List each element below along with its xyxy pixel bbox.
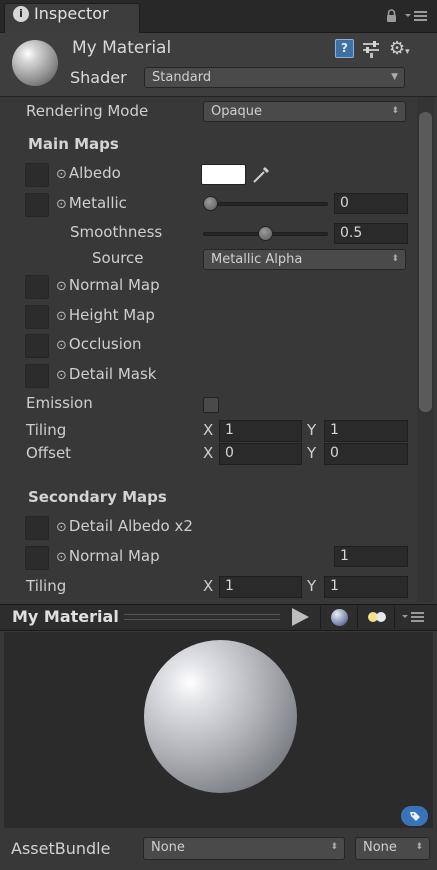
secondary-normal-map-label: ⊙ Normal Map xyxy=(56,547,160,565)
metallic-label: ⊙ Metallic xyxy=(56,194,127,212)
metallic-slider-thumb[interactable] xyxy=(203,196,218,211)
help-icon[interactable]: ? xyxy=(335,39,354,58)
normal-map-label: ⊙ Normal Map xyxy=(56,276,160,294)
shader-value: Standard xyxy=(152,70,212,85)
tag-icon[interactable] xyxy=(401,806,428,826)
detail-albedo-label: ⊙ Detail Albedo x2 xyxy=(56,517,193,535)
toolbar-divider xyxy=(394,606,395,629)
albedo-texture-slot[interactable] xyxy=(25,163,49,187)
preview-menu-icon[interactable] xyxy=(401,611,425,623)
offset-label: Offset xyxy=(26,444,72,462)
gear-icon[interactable]: ⚙▾ xyxy=(389,38,410,59)
preview-title: My Material xyxy=(12,607,119,626)
secondary-tiling-y-label: Y xyxy=(307,577,317,595)
smoothness-label: Smoothness xyxy=(70,223,163,241)
normal-map-texture-slot[interactable] xyxy=(25,275,49,299)
detail-mask-label: ⊙ Detail Mask xyxy=(56,365,157,383)
occlusion-texture-slot[interactable] xyxy=(25,334,49,358)
occlusion-label: ⊙ Occlusion xyxy=(56,335,142,353)
sliders-icon[interactable] xyxy=(362,40,380,58)
emission-checkbox[interactable] xyxy=(203,397,219,413)
texture-dot-icon: ⊙ xyxy=(56,279,67,294)
preview-resize-grip[interactable] xyxy=(124,614,280,620)
assetbundle-name-dropdown[interactable]: None ⬍ xyxy=(143,837,345,860)
secondary-tiling-label: Tiling xyxy=(26,577,67,595)
shader-label: Shader xyxy=(70,68,127,87)
scrollbar-thumb[interactable] xyxy=(419,112,432,412)
main-maps-title: Main Maps xyxy=(28,135,119,153)
metallic-value-field[interactable]: 0 xyxy=(334,193,408,214)
toolbar-divider xyxy=(320,606,321,629)
source-label: Source xyxy=(92,249,144,267)
offset-y-field[interactable]: 0 xyxy=(324,443,408,465)
detail-albedo-texture-slot[interactable] xyxy=(25,516,49,540)
secondary-tiling-x-label: X xyxy=(203,577,214,595)
info-icon: i xyxy=(13,6,29,22)
secondary-normal-map-texture-slot[interactable] xyxy=(25,546,49,570)
tab-title: Inspector xyxy=(34,4,109,23)
eyedropper-icon[interactable] xyxy=(251,163,273,185)
texture-dot-icon: ⊙ xyxy=(56,338,67,353)
smoothness-slider-thumb[interactable] xyxy=(258,226,273,241)
material-thumbnail xyxy=(12,40,58,86)
material-preview-sphere[interactable] xyxy=(144,640,297,793)
metallic-slider-track[interactable] xyxy=(203,202,328,206)
texture-dot-icon: ⊙ xyxy=(56,197,67,212)
tab-menu-icon[interactable] xyxy=(404,9,428,23)
tiling-x-label: X xyxy=(203,421,214,439)
preview-shape-icon[interactable] xyxy=(331,609,348,626)
rendering-mode-dropdown[interactable]: Opaque ⬍ xyxy=(203,101,406,122)
height-map-texture-slot[interactable] xyxy=(25,305,49,329)
texture-dot-icon: ⊙ xyxy=(56,309,67,324)
secondary-maps-title: Secondary Maps xyxy=(28,488,167,506)
height-map-label: ⊙ Height Map xyxy=(56,306,155,324)
metallic-texture-slot[interactable] xyxy=(25,193,49,217)
offset-x-field[interactable]: 0 xyxy=(219,443,302,465)
updown-icon: ⬍ xyxy=(330,842,338,852)
rendering-mode-label: Rendering Mode xyxy=(26,102,149,120)
detail-mask-texture-slot[interactable] xyxy=(25,364,49,388)
texture-dot-icon: ⊙ xyxy=(56,167,67,182)
tiling-label: Tiling xyxy=(26,421,67,439)
play-icon[interactable] xyxy=(292,608,309,626)
smoothness-value-field[interactable]: 0.5 xyxy=(334,223,408,244)
updown-icon: ⬍ xyxy=(415,842,423,852)
updown-icon: ⬍ xyxy=(391,254,399,264)
tiling-y-label: Y xyxy=(307,421,317,439)
texture-dot-icon: ⊙ xyxy=(56,368,67,383)
assetbundle-label: AssetBundle xyxy=(11,839,111,858)
secondary-tiling-x-field[interactable]: 1 xyxy=(219,576,302,598)
preview-lights-icon[interactable] xyxy=(367,611,387,623)
source-value: Metallic Alpha xyxy=(211,252,303,267)
material-name: My Material xyxy=(72,38,172,58)
secondary-tiling-y-field[interactable]: 1 xyxy=(324,576,408,598)
texture-dot-icon: ⊙ xyxy=(56,520,67,535)
source-dropdown[interactable]: Metallic Alpha ⬍ xyxy=(203,249,406,270)
offset-y-label: Y xyxy=(307,444,317,462)
secondary-normal-scale-field[interactable]: 1 xyxy=(334,546,408,567)
rendering-mode-value: Opaque xyxy=(211,104,262,119)
assetbundle-variant-dropdown[interactable]: None ⬍ xyxy=(355,837,430,860)
assetbundle-name-value: None xyxy=(151,840,185,855)
lock-icon[interactable] xyxy=(386,9,397,22)
emission-label: Emission xyxy=(26,394,93,412)
texture-dot-icon: ⊙ xyxy=(56,550,67,565)
albedo-color-swatch[interactable] xyxy=(201,164,246,185)
shader-dropdown[interactable]: Standard ▼ xyxy=(144,67,405,88)
assetbundle-variant-value: None xyxy=(363,840,397,855)
updown-icon: ⬍ xyxy=(391,106,399,116)
albedo-label: ⊙ Albedo xyxy=(56,164,121,182)
tiling-x-field[interactable]: 1 xyxy=(219,420,302,442)
toolbar-divider xyxy=(357,606,358,629)
tiling-y-field[interactable]: 1 xyxy=(324,420,408,442)
chevron-down-icon: ▼ xyxy=(391,72,398,82)
offset-x-label: X xyxy=(203,444,214,462)
